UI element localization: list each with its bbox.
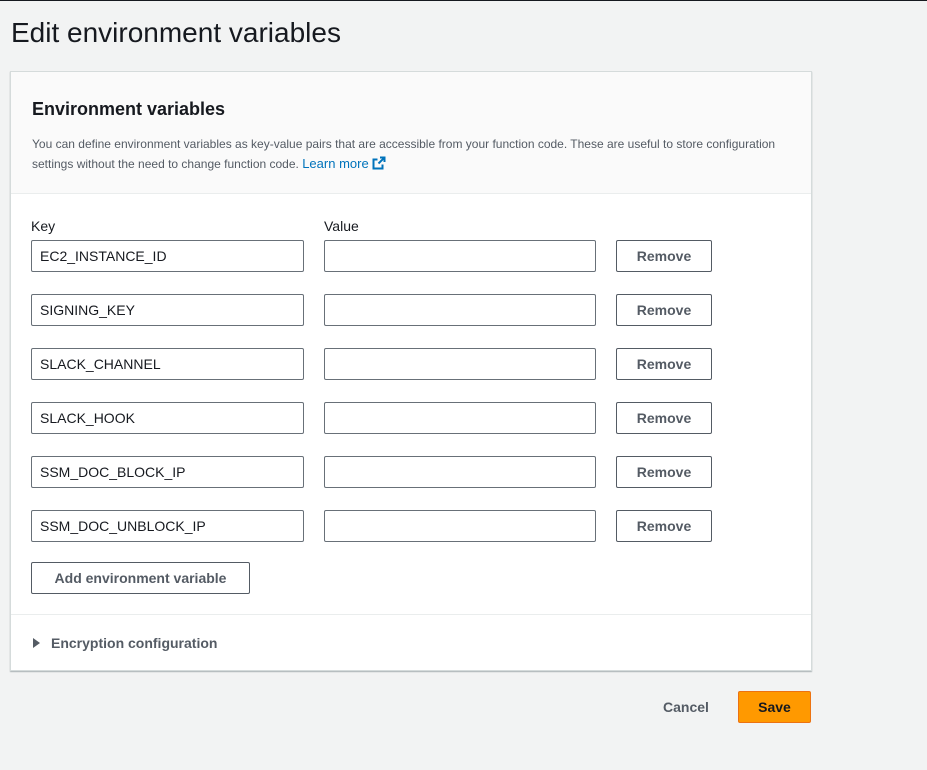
learn-more-label: Learn more [302, 156, 369, 171]
caret-right-icon [33, 638, 40, 648]
section-description: You can define environment variables as … [32, 135, 802, 174]
value-input-signing-key[interactable] [324, 294, 596, 326]
remove-button-ssm-doc-unblock-ip[interactable]: Remove [616, 510, 712, 542]
encryption-configuration-expander[interactable]: Encryption configuration [33, 635, 217, 651]
remove-button-signing-key[interactable]: Remove [616, 294, 712, 326]
key-input-ec2-instance-id[interactable] [31, 240, 304, 272]
section-divider [11, 614, 811, 615]
external-link-icon [372, 156, 386, 170]
value-input-ssm-doc-unblock-ip[interactable] [324, 510, 596, 542]
page-title: Edit environment variables [11, 17, 341, 48]
environment-variables-panel: Environment variables You can define env… [10, 71, 812, 671]
top-border-line [0, 0, 927, 1]
description-text: You can define environment variables as … [32, 137, 776, 171]
value-column-label: Value [324, 218, 359, 234]
key-input-slack-channel[interactable] [31, 348, 304, 380]
section-title: Environment variables [32, 99, 226, 119]
key-column-label: Key [31, 218, 56, 234]
value-input-ssm-doc-block-ip[interactable] [324, 456, 596, 488]
learn-more-link[interactable]: Learn more [302, 156, 386, 171]
value-input-slack-channel[interactable] [324, 348, 596, 380]
remove-button-ssm-doc-block-ip[interactable]: Remove [616, 456, 712, 488]
panel-header: Environment variables You can define env… [11, 72, 811, 194]
remove-button-slack-hook[interactable]: Remove [616, 402, 712, 434]
encryption-configuration-label: Encryption configuration [51, 635, 218, 651]
value-input-slack-hook[interactable] [324, 402, 596, 434]
add-environment-variable-button[interactable]: Add environment variable [31, 562, 250, 594]
save-button[interactable]: Save [738, 691, 811, 723]
key-input-signing-key[interactable] [31, 294, 304, 326]
remove-button-ec2-instance-id[interactable]: Remove [616, 240, 712, 272]
key-input-slack-hook[interactable] [31, 402, 304, 434]
cancel-button[interactable]: Cancel [652, 691, 720, 723]
key-input-ssm-doc-unblock-ip[interactable] [31, 510, 304, 542]
value-input-ec2-instance-id[interactable] [324, 240, 596, 272]
key-input-ssm-doc-block-ip[interactable] [31, 456, 304, 488]
remove-button-slack-channel[interactable]: Remove [616, 348, 712, 380]
